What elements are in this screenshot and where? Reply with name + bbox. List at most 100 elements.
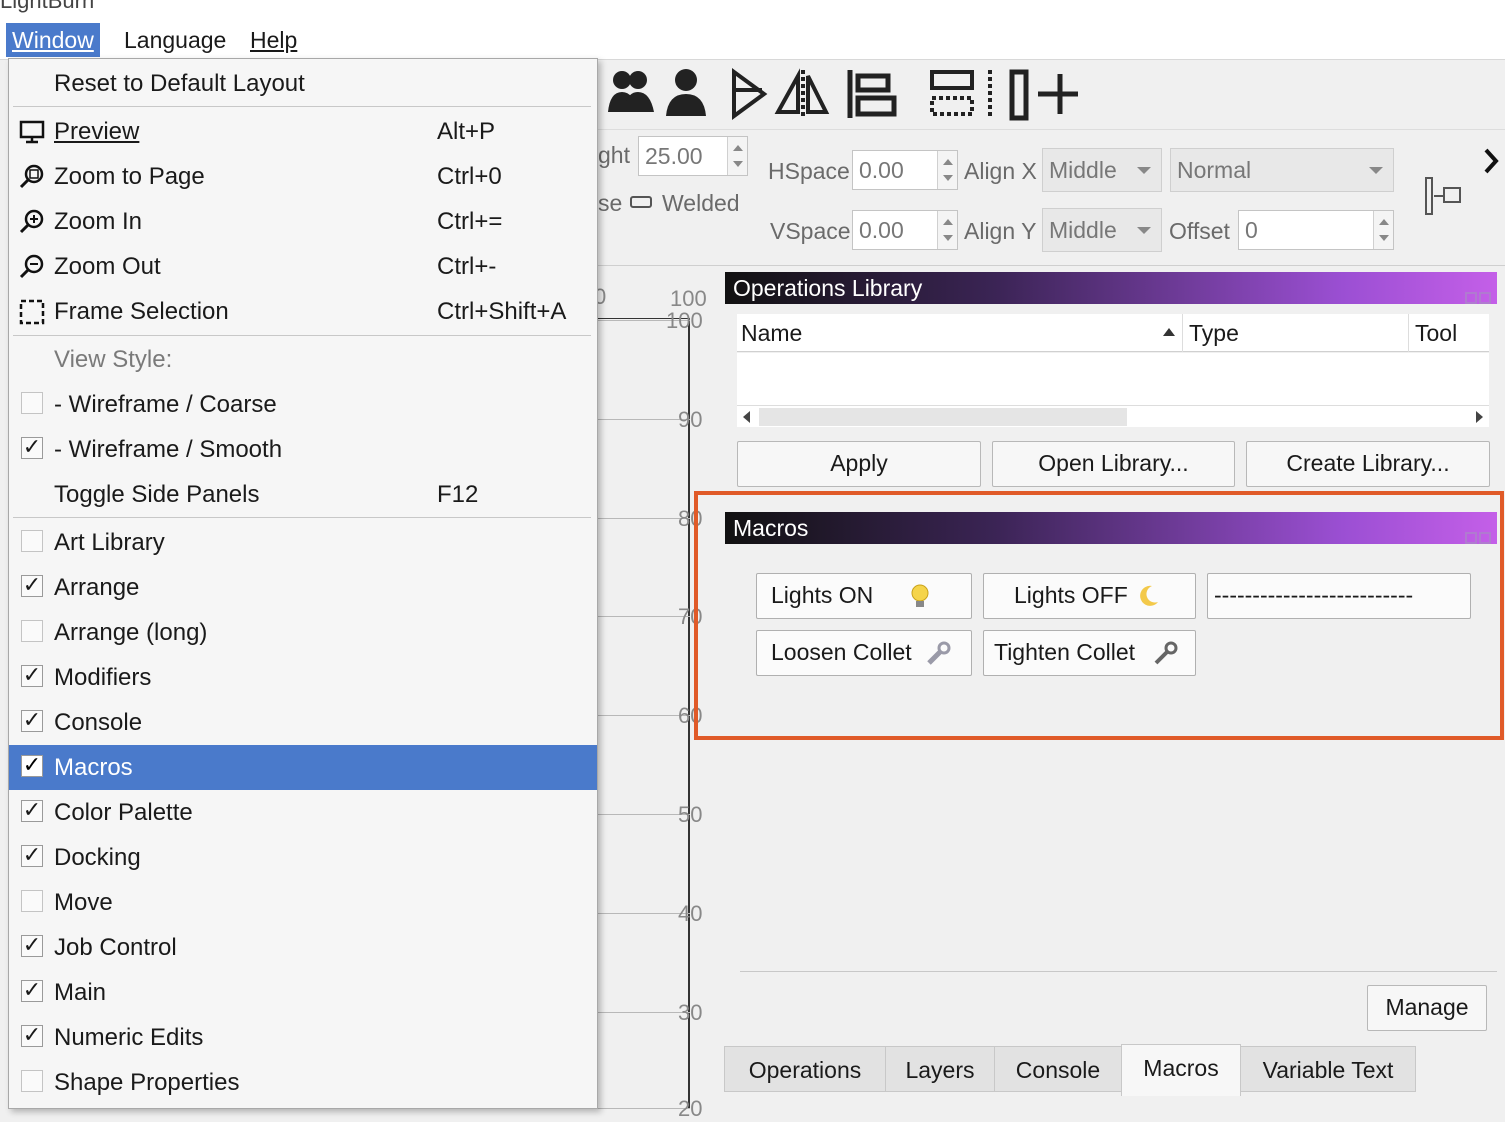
checkbox-unchecked[interactable]: [21, 392, 43, 414]
menu-item-reset-layout[interactable]: Reset to Default Layout: [9, 61, 597, 106]
align-left-icon[interactable]: [847, 70, 897, 118]
open-library-button[interactable]: Open Library...: [992, 441, 1235, 487]
menu-window[interactable]: Window: [6, 23, 100, 57]
checkbox-checked[interactable]: ✓: [21, 755, 43, 777]
menu-language[interactable]: Language: [118, 23, 232, 57]
scroll-left-icon[interactable]: [743, 411, 750, 423]
checkbox-checked[interactable]: ✓: [21, 845, 43, 867]
menu-item-art-library[interactable]: Art Library: [9, 520, 597, 565]
user-icon[interactable]: [666, 69, 706, 116]
menu-item-label: - Wireframe / Smooth: [54, 436, 283, 463]
sort-ascending-icon: [1163, 328, 1175, 336]
align-x-value: Middle: [1049, 157, 1117, 183]
group-users-icon[interactable]: [608, 71, 654, 112]
checkbox-unchecked[interactable]: [21, 530, 43, 552]
mode-select[interactable]: Normal: [1170, 148, 1394, 192]
vspace-spinbox[interactable]: 0.00: [852, 210, 958, 250]
ruler-label: 100: [666, 308, 703, 333]
mirror-horizontal-icon[interactable]: [732, 68, 768, 120]
menu-item-zoom-out[interactable]: Zoom Out Ctrl+-: [9, 244, 597, 289]
checkbox-checked[interactable]: ✓: [21, 665, 43, 687]
menu-item-move[interactable]: Move: [9, 880, 597, 925]
tab-layers[interactable]: Layers: [885, 1046, 995, 1092]
tab-console[interactable]: Console: [994, 1046, 1122, 1092]
checkbox-checked[interactable]: ✓: [21, 710, 43, 732]
menu-item-label: Shape Properties: [54, 1069, 240, 1096]
mode-value: Normal: [1177, 157, 1252, 183]
tab-operations[interactable]: Operations: [724, 1046, 886, 1092]
column-tool[interactable]: Tool: [1411, 314, 1489, 352]
vspace-label: VSpace: [770, 218, 851, 244]
height-spinbox[interactable]: 25.00: [638, 136, 748, 176]
menu-item-shortcut: F12: [437, 481, 479, 508]
horizontal-scrollbar[interactable]: [737, 405, 1489, 427]
menu-item-console[interactable]: ✓ Console: [9, 700, 597, 745]
align-x-select[interactable]: Middle: [1042, 148, 1162, 192]
checkbox-checked[interactable]: ✓: [21, 800, 43, 822]
chevron-right-icon[interactable]: [1482, 146, 1502, 176]
checkbox-unchecked[interactable]: [21, 620, 43, 642]
hspace-spinbox[interactable]: 0.00: [852, 150, 958, 190]
align-y-select[interactable]: Middle: [1042, 208, 1162, 252]
menu-separator: [13, 517, 591, 518]
menu-item-numeric-edits[interactable]: ✓ Numeric Edits: [9, 1015, 597, 1060]
apply-button[interactable]: Apply: [737, 441, 981, 487]
tab-macros[interactable]: Macros: [1121, 1044, 1241, 1096]
menu-item-main[interactable]: ✓ Main: [9, 970, 597, 1015]
menu-item-label: Reset to Default Layout: [54, 70, 305, 97]
checkbox-unchecked[interactable]: [21, 1070, 43, 1092]
spin-arrows-icon[interactable]: [1373, 211, 1393, 249]
spin-arrows-icon[interactable]: [937, 211, 957, 249]
column-type[interactable]: Type: [1185, 314, 1409, 352]
spin-arrows-icon[interactable]: [727, 137, 747, 175]
operations-library-titlebar[interactable]: Operations Library: [725, 272, 1497, 304]
create-library-button[interactable]: Create Library...: [1246, 441, 1490, 487]
menu-item-wireframe-coarse[interactable]: - Wireframe / Coarse: [9, 382, 597, 427]
menu-help[interactable]: Help: [244, 23, 303, 57]
menu-item-color-palette[interactable]: ✓ Color Palette: [9, 790, 597, 835]
ruler-label: 20: [678, 1096, 703, 1121]
dock-buttons[interactable]: [1463, 280, 1493, 304]
checkbox-unchecked[interactable]: [21, 890, 43, 912]
manage-button[interactable]: Manage: [1367, 985, 1487, 1031]
scroll-right-icon[interactable]: [1476, 411, 1483, 423]
column-name[interactable]: Name: [737, 314, 1183, 352]
menu-item-shortcut: Ctrl+Shift+A: [437, 298, 567, 325]
offset-spinbox[interactable]: 0: [1238, 210, 1394, 250]
checkbox-checked[interactable]: ✓: [21, 935, 43, 957]
welded-toggle-icon[interactable]: [630, 196, 652, 208]
checkbox-checked[interactable]: ✓: [21, 575, 43, 597]
mirror-vertical-icon[interactable]: [774, 68, 830, 118]
menu-item-zoom-to-page[interactable]: Zoom to Page Ctrl+0: [9, 154, 597, 199]
checkbox-checked[interactable]: ✓: [21, 980, 43, 1002]
menu-item-label: Macros: [54, 754, 133, 781]
menu-item-job-control[interactable]: ✓ Job Control: [9, 925, 597, 970]
float-icon[interactable]: [1465, 292, 1477, 304]
dock-center-icon[interactable]: [1009, 69, 1078, 121]
menu-item-wireframe-smooth[interactable]: ✓ - Wireframe / Smooth: [9, 427, 597, 472]
menu-item-shape-properties[interactable]: Shape Properties: [9, 1060, 597, 1105]
title-bar: LightBurn: [0, 0, 1505, 18]
menu-item-arrange-long[interactable]: Arrange (long): [9, 610, 597, 655]
tab-variable-text[interactable]: Variable Text: [1240, 1046, 1416, 1092]
checkbox-checked[interactable]: ✓: [21, 437, 43, 459]
operations-table-body[interactable]: [737, 353, 1489, 405]
checkbox-checked[interactable]: ✓: [21, 1025, 43, 1047]
chevron-down-icon: [1137, 167, 1151, 174]
property-bar: ght 25.00 se Welded HSpace 0.00 VSpace 0…: [598, 130, 1505, 266]
scrollbar-thumb[interactable]: [759, 408, 1127, 426]
welded-label: Welded: [662, 190, 740, 216]
text-on-path-icon[interactable]: [1422, 174, 1472, 218]
menu-item-zoom-in[interactable]: Zoom In Ctrl+=: [9, 199, 597, 244]
menu-item-preview[interactable]: Preview Alt+P: [9, 109, 597, 154]
align-x-label: Align X: [964, 158, 1037, 184]
menu-item-frame-selection[interactable]: Frame Selection Ctrl+Shift+A: [9, 289, 597, 334]
close-icon[interactable]: [1479, 292, 1491, 304]
spin-arrows-icon[interactable]: [937, 151, 957, 189]
menu-item-macros[interactable]: ✓ Macros: [9, 745, 597, 790]
menu-item-toggle-side-panels[interactable]: Toggle Side Panels F12: [9, 472, 597, 517]
distribute-icon[interactable]: [930, 70, 992, 118]
menu-item-docking[interactable]: ✓ Docking: [9, 835, 597, 880]
menu-item-arrange[interactable]: ✓ Arrange: [9, 565, 597, 610]
menu-item-modifiers[interactable]: ✓ Modifiers: [9, 655, 597, 700]
